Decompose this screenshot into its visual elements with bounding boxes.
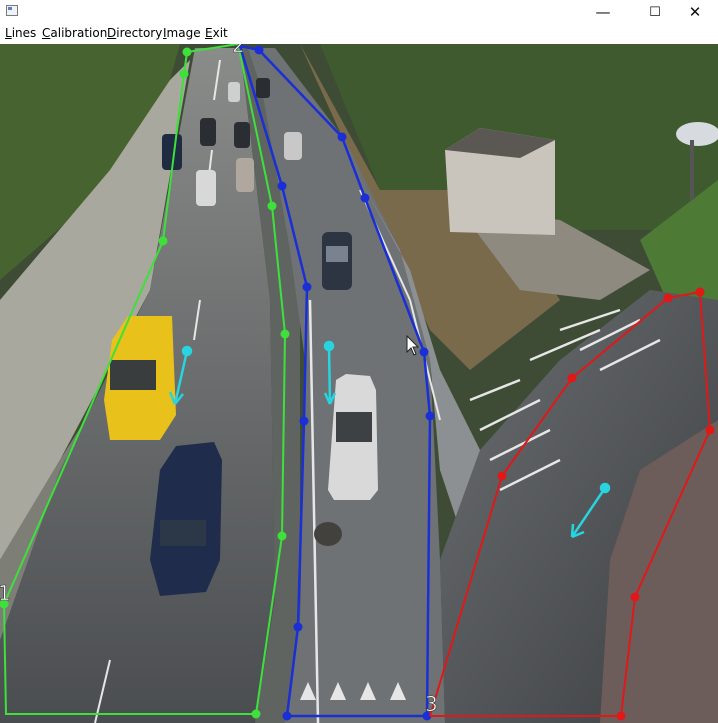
car: [228, 82, 240, 102]
menu-image[interactable]: Image: [163, 26, 201, 40]
menu-lines-label: ines: [11, 26, 37, 40]
menu-lines[interactable]: Lines: [5, 26, 36, 40]
car: [200, 118, 216, 146]
menu-directory-label: irectory: [116, 26, 163, 40]
menu-lines-mnemonic: L: [5, 26, 12, 40]
title-bar: — ☐ ✕: [0, 0, 718, 24]
app-window-icon: [6, 5, 18, 16]
close-button[interactable]: ✕: [672, 0, 718, 24]
car: [256, 78, 270, 98]
car: [234, 122, 250, 148]
menu-bar: Lines Calibration Directory Image Exit: [0, 24, 718, 44]
car: [284, 132, 302, 160]
manhole: [314, 522, 342, 546]
region-label-3: 3: [425, 692, 438, 716]
menu-directory-mnemonic: D: [107, 26, 117, 40]
traffic-camera-image: 1 2 3: [0, 44, 718, 723]
menu-directory[interactable]: Directory: [107, 26, 162, 40]
minimize-button[interactable]: —: [580, 0, 626, 24]
camera-view[interactable]: 1 2 3: [0, 44, 718, 723]
region-label-1: 1: [0, 581, 11, 605]
menu-exit-label: xit: [212, 26, 228, 40]
region-label-2: 2: [232, 44, 245, 57]
car: [196, 170, 216, 206]
menu-calibration[interactable]: Calibration: [42, 26, 107, 40]
menu-exit-mnemonic: E: [205, 26, 213, 40]
car: [236, 158, 254, 192]
menu-image-label: mage: [166, 26, 201, 40]
menu-exit[interactable]: Exit: [205, 26, 228, 40]
menu-calibration-label: alibration: [50, 26, 108, 40]
